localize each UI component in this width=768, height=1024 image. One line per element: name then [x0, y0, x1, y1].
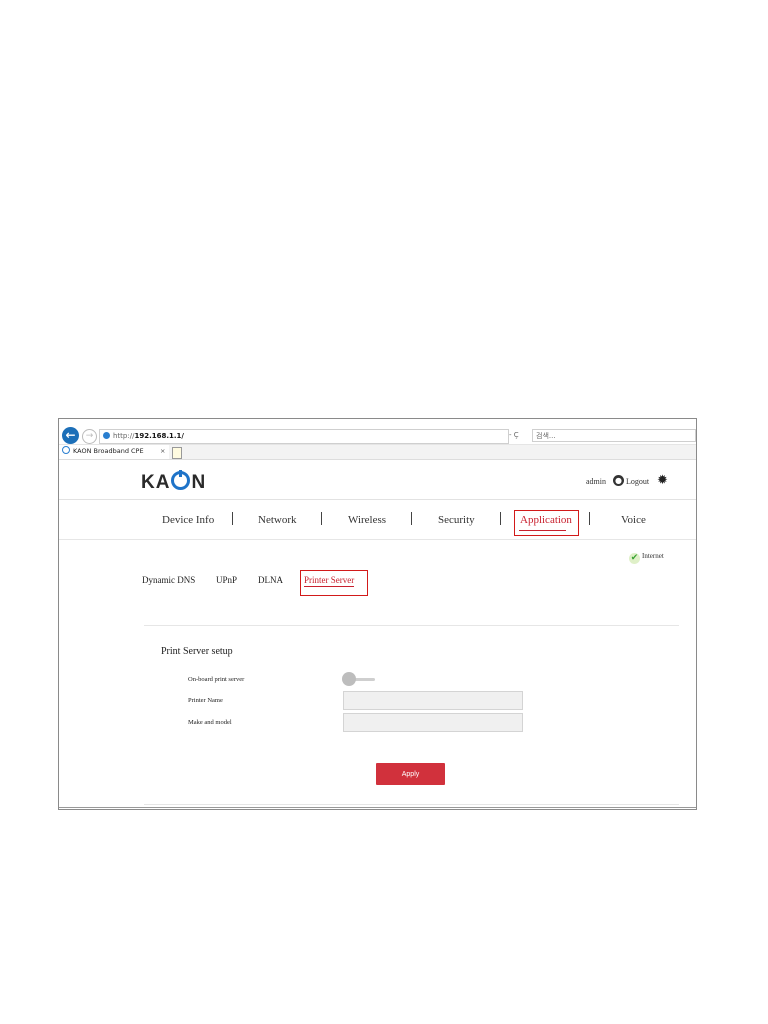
gear-icon[interactable]: ✹	[657, 473, 668, 488]
printer-name-label: Printer Name	[188, 697, 223, 704]
tab-close-icon[interactable]: ×	[160, 445, 165, 458]
kaon-logo: KA N	[141, 470, 207, 493]
url-host: 192.168.1.1/	[134, 432, 184, 440]
onboard-toggle-knob[interactable]	[342, 672, 356, 686]
ie-page-icon	[103, 432, 110, 439]
logout-link[interactable]: Logout	[626, 477, 649, 486]
main-nav: Device Info Network Wireless Security Ap…	[59, 500, 696, 539]
username: admin	[586, 477, 606, 486]
make-model-field[interactable]	[343, 713, 523, 732]
internet-label: Internet	[642, 552, 664, 560]
onboard-print-server-label: On-board print server	[188, 676, 245, 683]
browser-tab[interactable]: KAON Broadband CPE ×	[59, 445, 169, 459]
tab-wireless[interactable]: Wireless	[348, 514, 386, 526]
tab-voice[interactable]: Voice	[621, 514, 646, 526]
tab-title: KAON Broadband CPE	[73, 447, 144, 455]
nav-separator	[232, 512, 233, 525]
subnav-dlna[interactable]: DLNA	[258, 575, 283, 585]
ie-tab-icon	[62, 446, 70, 454]
nav-separator	[589, 512, 590, 525]
divider	[59, 539, 696, 540]
refresh-icon[interactable]: - Ç	[509, 429, 519, 442]
tab-security[interactable]: Security	[438, 514, 475, 526]
tab-device-info[interactable]: Device Info	[162, 514, 214, 526]
apply-button[interactable]: Apply	[376, 763, 445, 785]
new-tab-icon[interactable]	[172, 447, 182, 459]
nav-separator	[500, 512, 501, 525]
printer-name-field[interactable]	[343, 691, 523, 710]
screenshot-bottom-edge	[59, 807, 696, 808]
forward-arrow-icon[interactable]: →	[82, 429, 97, 444]
url-prefix: http://	[113, 432, 135, 440]
back-arrow-icon[interactable]: ←	[62, 427, 79, 444]
internet-status: ✔ Internet	[629, 552, 664, 564]
tab-network[interactable]: Network	[258, 514, 297, 526]
highlight-box-application	[514, 510, 579, 536]
browser-screenshot: ← → http://192.168.1.1/ - Ç 검색... KAON B…	[58, 418, 697, 810]
nav-separator	[411, 512, 412, 525]
divider	[144, 625, 679, 626]
divider	[144, 804, 679, 805]
subnav-dynamic-dns[interactable]: Dynamic DNS	[142, 575, 195, 585]
subnav-upnp[interactable]: UPnP	[216, 575, 237, 585]
user-icon[interactable]: ●	[613, 475, 624, 486]
tab-bar: KAON Broadband CPE ×	[59, 445, 696, 460]
check-icon: ✔	[629, 553, 640, 564]
make-model-label: Make and model	[188, 719, 232, 726]
highlight-box-printer-server	[300, 570, 368, 596]
section-title: Print Server setup	[161, 646, 233, 657]
nav-separator	[321, 512, 322, 525]
search-input[interactable]: 검색...	[532, 429, 696, 442]
power-icon	[171, 470, 191, 490]
address-bar-row: ← → http://192.168.1.1/ - Ç 검색...	[59, 419, 696, 445]
url-input[interactable]: http://192.168.1.1/	[99, 429, 509, 444]
